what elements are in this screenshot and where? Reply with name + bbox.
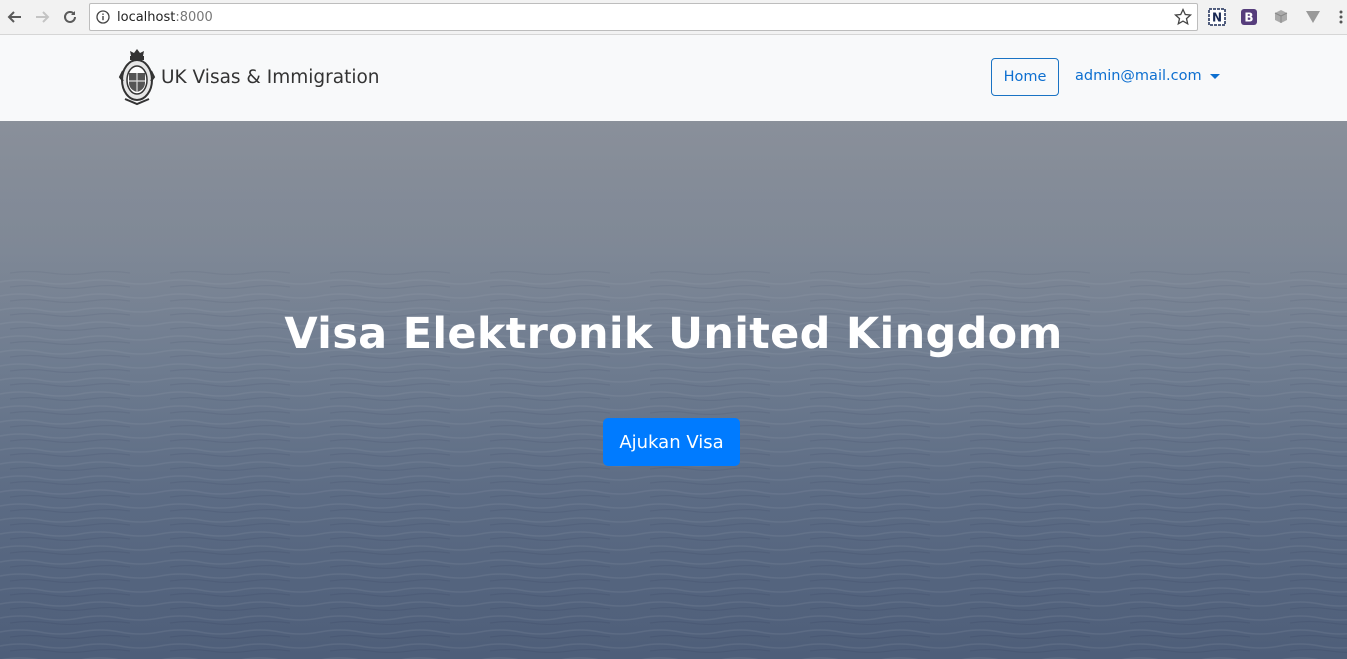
menu-dots-icon[interactable]	[1334, 6, 1347, 28]
hero-title: Visa Elektronik United Kingdom	[284, 309, 1063, 359]
url-text: localhost:8000	[117, 10, 213, 25]
site-navbar: UK Visas & Immigration Home admin@mail.c…	[0, 35, 1347, 121]
star-icon[interactable]	[1173, 7, 1193, 32]
reload-icon[interactable]	[59, 6, 81, 28]
forward-arrow-icon[interactable]	[31, 6, 53, 28]
dropdown-caret-icon	[1209, 73, 1220, 79]
svg-text:N: N	[1212, 11, 1222, 25]
url-port: :8000	[175, 10, 213, 25]
user-email: admin@mail.com	[1075, 68, 1202, 84]
royal-crest-icon	[118, 47, 156, 107]
extension-v-icon[interactable]	[1302, 6, 1324, 28]
back-arrow-icon[interactable]	[4, 6, 26, 28]
extension-b-icon[interactable]: B	[1238, 6, 1260, 28]
url-host: localhost	[117, 10, 176, 25]
brand-link[interactable]: UK Visas & Immigration	[118, 47, 380, 107]
sea-background	[0, 121, 1347, 659]
svg-text:B: B	[1244, 11, 1253, 25]
extension-n-icon[interactable]: N	[1206, 6, 1228, 28]
hero-section: Visa Elektronik United Kingdom Ajukan Vi…	[0, 121, 1347, 659]
home-button[interactable]: Home	[991, 58, 1059, 96]
extension-cube-icon[interactable]	[1270, 6, 1292, 28]
apply-visa-button[interactable]: Ajukan Visa	[603, 418, 740, 466]
user-dropdown[interactable]: admin@mail.com	[1075, 68, 1220, 84]
info-icon[interactable]	[96, 10, 110, 29]
brand-text: UK Visas & Immigration	[161, 66, 380, 88]
address-bar[interactable]: localhost:8000	[89, 3, 1198, 31]
browser-toolbar: localhost:8000 N B	[0, 0, 1347, 35]
